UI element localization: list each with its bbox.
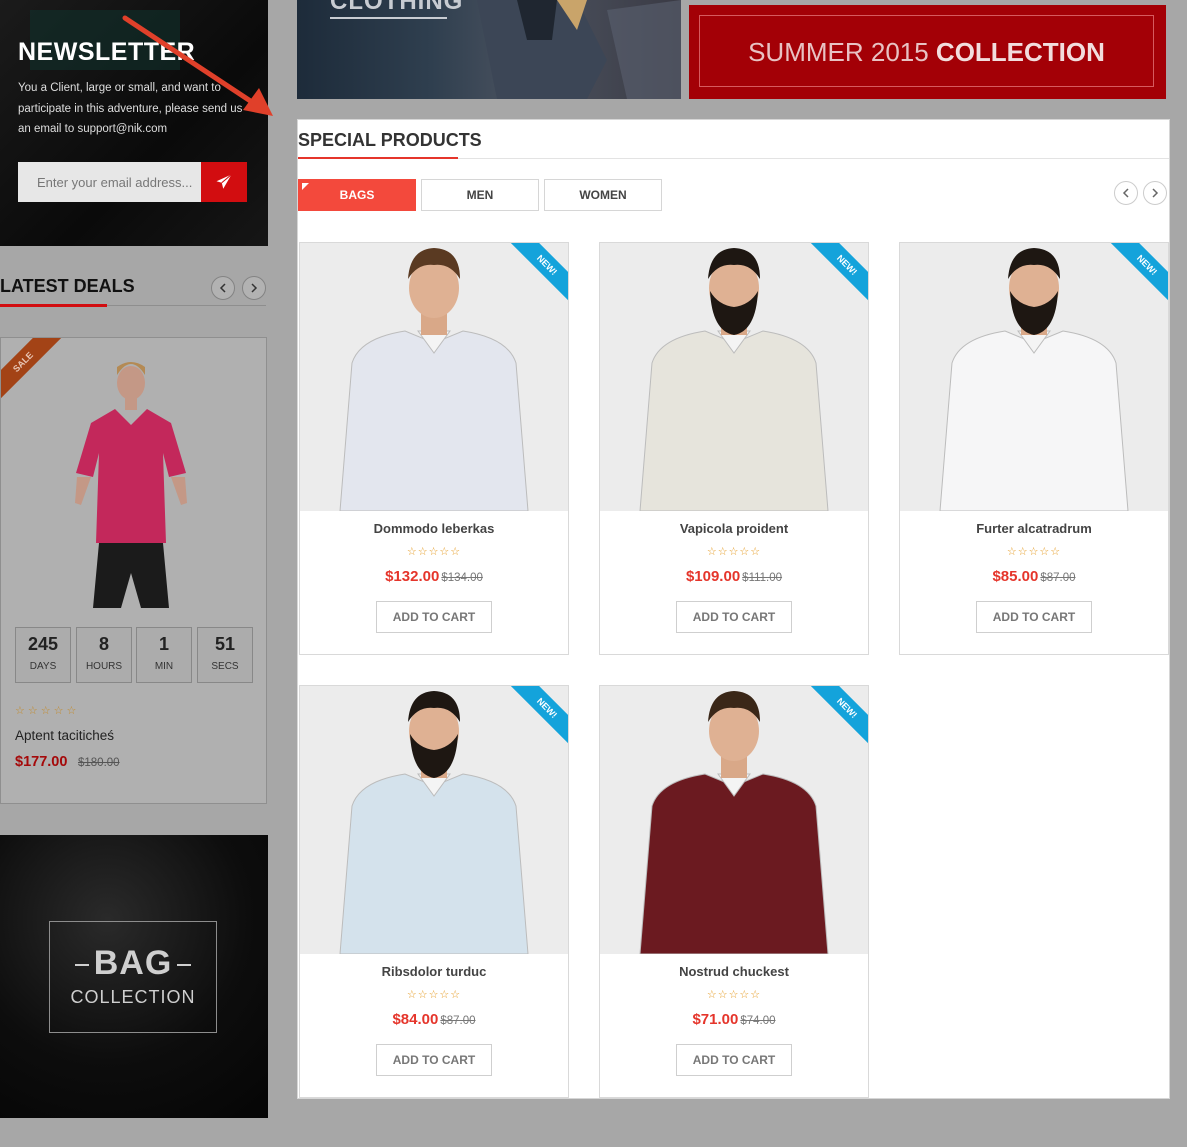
summer-banner-frame: SUMMER 2015 COLLECTION xyxy=(699,15,1154,87)
product-photo xyxy=(300,686,568,954)
product-image[interactable]: NEW! xyxy=(300,686,568,954)
product-image[interactable]: NEW! xyxy=(300,243,568,511)
latest-deals-title: LATEST DEALS xyxy=(0,276,135,296)
product-price: $71.00 xyxy=(692,1011,739,1028)
product-image[interactable]: NEW! xyxy=(600,243,868,511)
countdown-min-value: 1 xyxy=(158,634,169,654)
product-price: $84.00 xyxy=(392,1011,439,1028)
chevron-right-icon xyxy=(251,283,258,293)
product-price-block: $132.00 $134.00 xyxy=(300,568,568,586)
product-old-price: $87.00 xyxy=(440,1015,476,1027)
countdown-days: 245 DAYS xyxy=(15,627,71,683)
product-name[interactable]: Ribsdolor turduc xyxy=(300,964,568,979)
countdown-secs: 51 SECS xyxy=(197,627,253,683)
product-name[interactable]: Vapicola proident xyxy=(600,521,868,536)
deal-product-name[interactable]: Aptent taciticheś xyxy=(15,728,114,743)
special-next-button[interactable] xyxy=(1143,181,1167,205)
product-old-price: $134.00 xyxy=(441,572,483,584)
deal-price: $177.00 xyxy=(15,754,68,770)
countdown-secs-value: 51 xyxy=(214,634,236,654)
summer-banner-text: SUMMER 2015 xyxy=(748,37,936,67)
product-rating-stars: ☆☆☆☆☆ xyxy=(1006,546,1062,558)
clothing-banner-underline xyxy=(330,17,447,19)
product-rating-stars: ☆☆☆☆☆ xyxy=(706,989,762,1001)
special-products-title: SPECIAL PRODUCTS xyxy=(298,130,482,150)
product-rating-stars: ☆☆☆☆☆ xyxy=(406,989,462,1001)
annotation-arrow xyxy=(122,15,273,116)
newsletter-send-button[interactable] xyxy=(201,162,247,202)
product-old-price: $87.00 xyxy=(1040,572,1076,584)
bag-banner-subtitle: COLLECTION xyxy=(70,987,196,1007)
deal-product-image[interactable] xyxy=(51,353,211,613)
product-card[interactable]: NEW! Furter alcatradrum ☆☆☆☆☆ $85.00 $87.00 A… xyxy=(899,242,1169,655)
add-to-cart-button[interactable]: ADD TO CART xyxy=(376,1044,492,1076)
product-price: $109.00 xyxy=(685,568,741,585)
product-card[interactable]: NEW! Ribsdolor turduc ☆☆☆☆☆ $84.00 $87.00 ADD… xyxy=(299,685,569,1098)
product-old-price: $111.00 xyxy=(742,572,783,584)
product-card[interactable]: NEW! Nostrud chuckest ☆☆☆☆☆ $71.00 $74.00 ADD… xyxy=(599,685,869,1098)
product-name[interactable]: Dommodo leberkas xyxy=(300,521,568,536)
chevron-right-icon xyxy=(1152,188,1159,198)
deal-product-card[interactable]: SALE 245 DAYS 8 HOURS 1 MIN 51 SECS ☆☆☆☆… xyxy=(0,337,267,804)
product-name[interactable]: Furter alcatradrum xyxy=(900,521,1168,536)
product-price-block: $84.00 $87.00 xyxy=(300,1011,568,1029)
countdown-hours: 8 HOURS xyxy=(76,627,132,683)
chevron-left-icon xyxy=(1122,188,1129,198)
countdown-days-value: 245 xyxy=(27,634,59,654)
chevron-left-icon xyxy=(219,283,226,293)
add-to-cart-button[interactable]: ADD TO CART xyxy=(676,1044,792,1076)
clothing-banner[interactable]: CLOTHING xyxy=(297,0,681,99)
product-photo xyxy=(900,243,1168,511)
product-image[interactable]: NEW! xyxy=(900,243,1168,511)
product-photo xyxy=(600,686,868,954)
add-to-cart-button[interactable]: ADD TO CART xyxy=(976,601,1092,633)
product-rating-stars: ☆☆☆☆☆ xyxy=(706,546,762,558)
deal-rating-stars: ☆☆☆☆☆ xyxy=(15,705,80,717)
special-prev-button[interactable] xyxy=(1114,181,1138,205)
countdown-days-label: DAYS xyxy=(29,661,57,672)
product-image[interactable]: NEW! xyxy=(600,686,868,954)
bag-collection-frame: BAG COLLECTION xyxy=(49,921,217,1033)
newsletter-email-input[interactable] xyxy=(18,162,201,202)
product-rating-stars: ☆☆☆☆☆ xyxy=(406,546,462,558)
countdown-secs-label: SECS xyxy=(211,661,239,672)
product-price-block: $109.00 $111.00 xyxy=(600,568,868,586)
bag-collection-banner[interactable]: BAG COLLECTION xyxy=(0,835,268,1118)
countdown-min-label: MIN xyxy=(154,661,174,672)
summer-banner-bold-text: COLLECTION xyxy=(935,37,1105,67)
paper-plane-icon xyxy=(216,174,232,189)
countdown-hours-label: HOURS xyxy=(85,661,123,672)
deals-prev-button[interactable] xyxy=(211,276,235,300)
tab-women[interactable]: WOMEN xyxy=(544,179,662,211)
clothing-banner-text: CLOTHING xyxy=(330,0,464,15)
product-price: $85.00 xyxy=(992,568,1039,585)
tab-bags[interactable]: BAGS xyxy=(298,179,416,211)
clothing-banner-image xyxy=(477,0,681,99)
countdown-hours-value: 8 xyxy=(98,634,109,654)
latest-deals-underline xyxy=(0,304,107,307)
special-products-underline xyxy=(298,157,458,159)
product-name[interactable]: Nostrud chuckest xyxy=(600,964,868,979)
product-card[interactable]: NEW! Vapicola proident ☆☆☆☆☆ $109.00 $111.00… xyxy=(599,242,869,655)
product-photo xyxy=(300,243,568,511)
deal-old-price: $180.00 xyxy=(78,757,120,769)
product-price-block: $85.00 $87.00 xyxy=(900,568,1168,586)
add-to-cart-button[interactable]: ADD TO CART xyxy=(376,601,492,633)
product-card[interactable]: NEW! Dommodo leberkas ☆☆☆☆☆ $132.00 $134.00 A… xyxy=(299,242,569,655)
product-price-block: $71.00 $74.00 xyxy=(600,1011,868,1029)
add-to-cart-button[interactable]: ADD TO CART xyxy=(676,601,792,633)
product-photo xyxy=(600,243,868,511)
summer-collection-banner[interactable]: SUMMER 2015 COLLECTION xyxy=(689,5,1166,99)
product-old-price: $74.00 xyxy=(740,1015,776,1027)
product-price: $132.00 xyxy=(385,568,440,585)
special-products-section: SPECIAL PRODUCTS BAGS MEN WOMEN NEW! Domm… xyxy=(297,119,1170,1099)
deals-next-button[interactable] xyxy=(242,276,266,300)
countdown-min: 1 MIN xyxy=(136,627,192,683)
bag-banner-title: BAG xyxy=(93,944,173,982)
tab-men[interactable]: MEN xyxy=(421,179,539,211)
